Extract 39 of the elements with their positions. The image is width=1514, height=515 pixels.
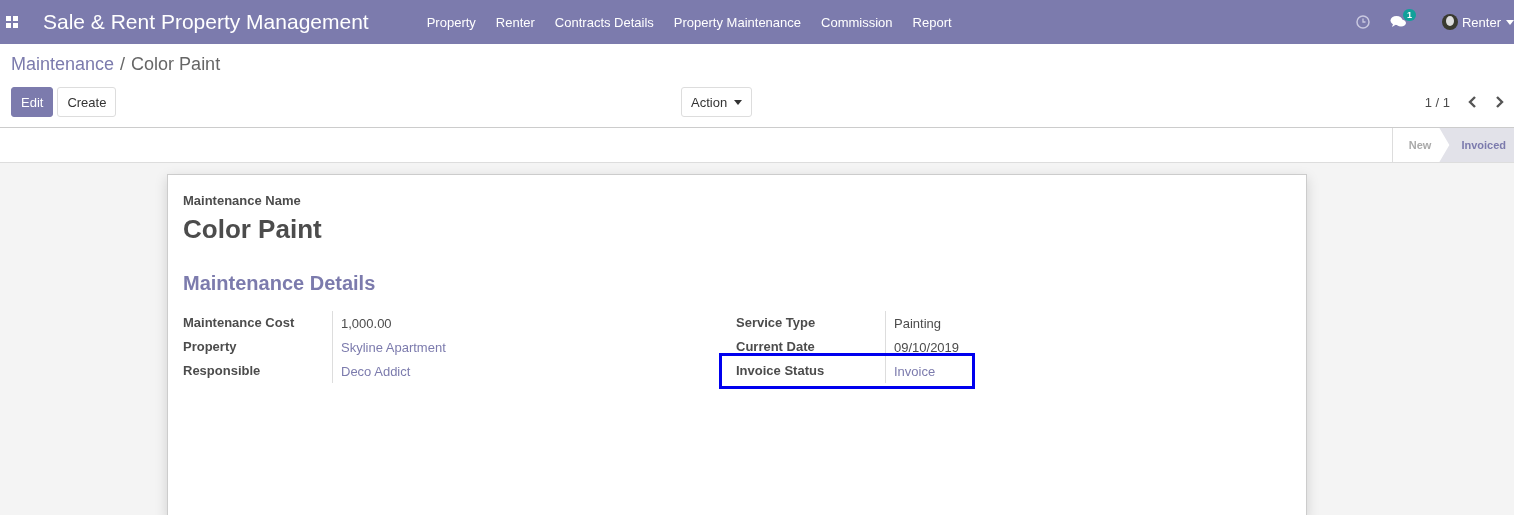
user-menu[interactable]: Renter bbox=[1461, 14, 1514, 30]
menu-item[interactable]: Property bbox=[416, 14, 486, 30]
menu-item[interactable]: Renter bbox=[485, 14, 545, 30]
next-icon[interactable] bbox=[1495, 96, 1504, 108]
pager-counter: 1 / 1 bbox=[1424, 94, 1450, 110]
menu-item[interactable]: Contracts Details bbox=[544, 14, 664, 30]
field-label: Property bbox=[183, 335, 333, 359]
menu-item[interactable]: Commission bbox=[811, 14, 903, 30]
breadcrumb-separator: / bbox=[120, 54, 126, 76]
breadcrumb-link[interactable]: Maintenance bbox=[11, 54, 115, 80]
breadcrumb-current: Color Paint bbox=[131, 54, 221, 76]
user-avatar-icon bbox=[1441, 14, 1458, 30]
menu-item[interactable]: Report bbox=[902, 14, 962, 30]
chat-bubbles-icon[interactable] bbox=[1389, 15, 1407, 29]
field-value: 1,000.00 bbox=[340, 315, 392, 331]
app-title: Sale & Rent Property Management bbox=[43, 10, 369, 34]
menu-item[interactable]: Property Maintenance bbox=[663, 14, 812, 30]
action-dropdown[interactable]: Action bbox=[681, 87, 753, 117]
status-stage[interactable]: Invoiced bbox=[1439, 128, 1514, 162]
message-count-badge: 1 bbox=[1402, 9, 1416, 21]
apps-menu-icon[interactable] bbox=[6, 16, 18, 28]
field-label: Maintenance Cost bbox=[183, 311, 333, 335]
section-title: Maintenance Details bbox=[183, 272, 377, 295]
record-name: Color Paint bbox=[183, 214, 323, 245]
field-value: Painting bbox=[893, 315, 941, 331]
field-label: Invoice Status bbox=[736, 359, 886, 383]
field-label: Maintenance Name bbox=[183, 193, 302, 208]
field-label: Service Type bbox=[736, 311, 886, 335]
caret-icon[interactable] bbox=[734, 99, 743, 105]
clock-icon[interactable] bbox=[1355, 15, 1370, 29]
previous-icon[interactable] bbox=[1468, 96, 1477, 108]
field-value: 09/10/2019 bbox=[893, 339, 960, 355]
field-label: Responsible bbox=[183, 359, 333, 383]
field-link[interactable]: Deco Addict bbox=[333, 363, 411, 379]
create-button[interactable]: Create bbox=[57, 87, 117, 117]
field-label: Current Date bbox=[736, 335, 886, 359]
field-link[interactable]: Invoice bbox=[886, 363, 936, 379]
edit-button[interactable]: Edit bbox=[11, 87, 54, 117]
field-link[interactable]: Skyline Apartment bbox=[333, 339, 446, 355]
